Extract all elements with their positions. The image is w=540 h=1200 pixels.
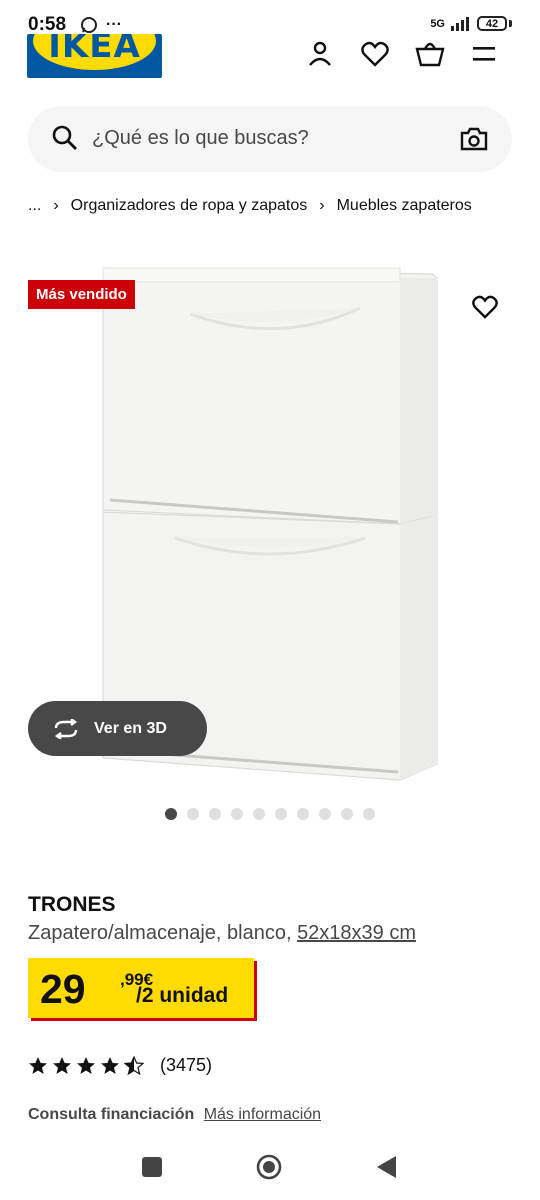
breadcrumb: ... › Organizadores de ropa y zapatos › … [28,197,472,215]
ikea-logo[interactable]: IKEA [27,34,162,78]
user-icon[interactable] [304,38,336,70]
battery-tip [509,20,512,27]
carousel-dot[interactable] [275,808,287,820]
financing-label: Consulta financiación [28,1106,195,1123]
carousel-dot[interactable] [341,808,353,820]
menu-icon[interactable] [468,38,500,70]
search-icon [52,125,77,150]
product-description: Zapatero/almacenaje, blanco, 52x18x39 cm [28,922,416,945]
financing-row: Consulta financiación Más información [28,1106,321,1124]
battery-level: 42 [485,17,499,30]
chevron-right-icon: › [53,197,59,214]
carousel-dot[interactable] [253,808,265,820]
whatsapp-icon [81,17,97,33]
chevron-right-icon: › [319,197,325,214]
battery-icon: 42 [477,16,507,31]
star-full-icon [101,1056,119,1074]
price-integer: 29 [40,966,86,1012]
signal-icon [451,16,469,31]
status-right: 5G 42 [430,16,512,31]
rating-count: (3475) [160,1055,213,1075]
carousel-dot[interactable] [319,808,331,820]
more-info-link[interactable]: Más información [204,1106,321,1123]
recent-apps-button[interactable] [142,1157,162,1177]
carousel-dot[interactable] [165,808,177,820]
bestseller-badge: Más vendido [28,280,135,309]
product-description-text: Zapatero/almacenaje, blanco, [28,922,292,944]
more-notifications-icon: ··· [106,16,122,33]
carousel-dot[interactable] [363,808,375,820]
breadcrumb-item[interactable]: Organizadores de ropa y zapatos [71,197,308,215]
search-input[interactable]: ¿Qué es lo que buscas? [92,127,309,150]
carousel-dot[interactable] [297,808,309,820]
carousel-dot[interactable] [187,808,199,820]
view-3d-label: Ver en 3D [94,719,167,737]
search-bar[interactable]: ¿Qué es lo que buscas? [28,106,512,172]
logo-text: IKEA [48,34,141,66]
status-time: 0:58 [28,14,67,35]
network-label: 5G [430,17,445,30]
carousel-dot[interactable] [209,808,221,820]
breadcrumb-item[interactable]: Muebles zapateros [337,197,472,215]
camera-icon[interactable] [460,126,488,152]
back-button[interactable] [376,1155,398,1179]
star-full-icon [77,1056,95,1074]
rating[interactable]: (3475) [28,1055,212,1076]
star-full-icon [29,1056,47,1074]
breadcrumb-ellipsis[interactable]: ... [28,197,41,215]
wishlist-heart-icon[interactable] [468,290,502,324]
product-size-link[interactable]: 52x18x39 cm [297,922,416,944]
star-full-icon [53,1056,71,1074]
price-unit: /2 unidad [136,984,229,1007]
home-button[interactable] [256,1154,282,1180]
price-box: 29 ,99€ /2 unidad [28,958,254,1018]
heart-icon[interactable] [359,38,391,70]
carousel-dot[interactable] [231,808,243,820]
star-half-icon [124,1055,144,1075]
cart-icon[interactable] [414,38,446,70]
rotate-3d-icon [54,718,78,739]
status-notification-icons: ··· [80,16,122,34]
view-3d-button[interactable]: Ver en 3D [28,701,207,756]
product-name: TRONES [28,893,116,916]
image-carousel-dots[interactable] [165,808,375,820]
